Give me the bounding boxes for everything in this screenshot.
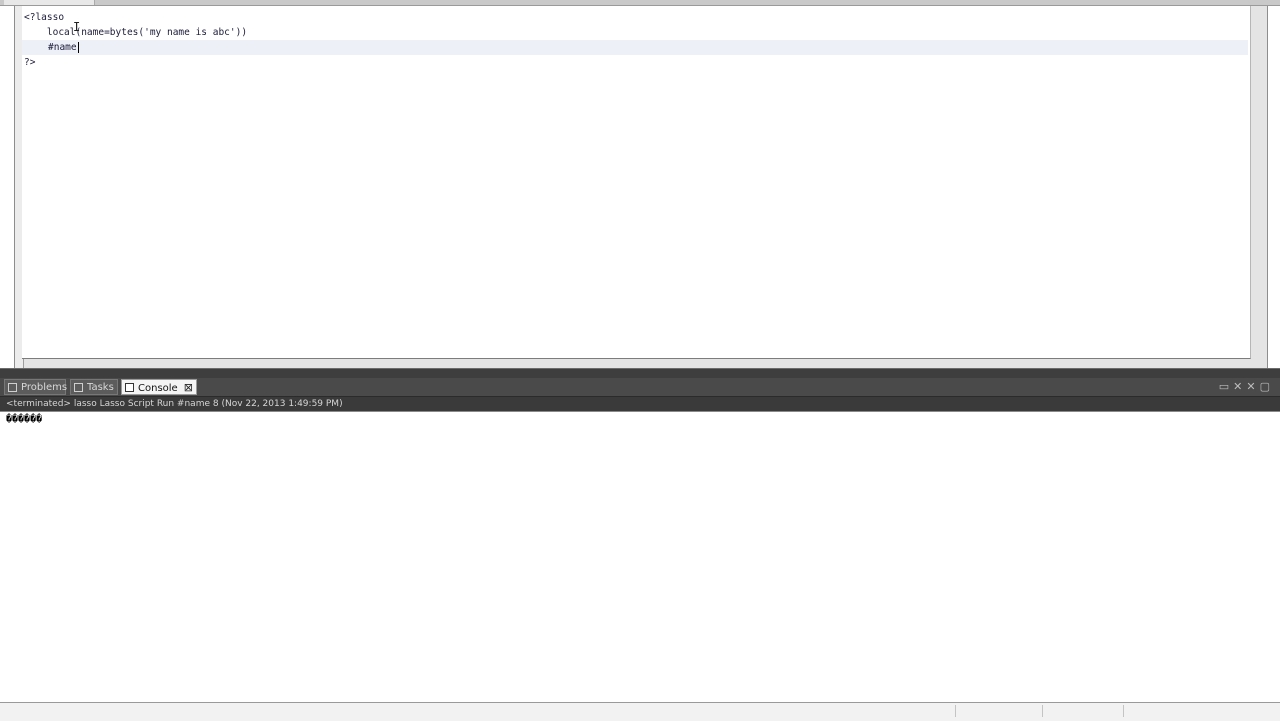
status-segment: [1042, 705, 1043, 717]
code-line-2: local(name=bytes('my name is abc')): [24, 27, 248, 38]
tasks-icon: [74, 383, 83, 392]
code-editor[interactable]: <?lasso local(name=bytes('my name is abc…: [22, 6, 1251, 359]
console-process-header: <terminated> lasso Lasso Script Run #nam…: [0, 397, 1280, 411]
code-line-4: ?>: [24, 57, 36, 68]
remove-all-icon[interactable]: ✕: [1246, 380, 1259, 393]
code-line-1: <?lasso: [24, 12, 65, 23]
console-output-area[interactable]: ������: [0, 411, 1280, 703]
maximize-icon[interactable]: ▢: [1260, 380, 1274, 393]
console-view-tabbar: Problems Tasks Console ⊠ ▭✕✕▢: [0, 378, 1280, 397]
code-line-3-current: #name: [22, 40, 1248, 55]
view-toolbar: ▭✕✕▢: [1219, 380, 1274, 393]
status-segment: [955, 705, 956, 717]
editor-tab-stub[interactable]: [4, 0, 95, 5]
text-caret: [77, 42, 79, 53]
status-bar: [0, 702, 1280, 721]
tab-tasks-label: Tasks: [87, 382, 114, 393]
tab-problems[interactable]: Problems: [4, 379, 68, 395]
status-segment: [1123, 705, 1124, 717]
close-icon[interactable]: ⊠: [184, 381, 193, 394]
minimize-icon[interactable]: ▭: [1219, 380, 1233, 393]
problems-icon: [8, 383, 17, 392]
tab-console[interactable]: Console ⊠: [121, 379, 197, 395]
remove-launch-icon[interactable]: ✕: [1233, 380, 1246, 393]
code-line-3-text: #name: [48, 42, 77, 53]
console-output-text: ������: [6, 414, 43, 425]
ibeam-cursor-icon: I: [73, 20, 81, 34]
tab-tasks[interactable]: Tasks: [70, 379, 118, 395]
tab-console-label: Console: [138, 383, 178, 394]
tab-problems-label: Problems: [21, 382, 68, 393]
console-icon: [125, 383, 134, 392]
